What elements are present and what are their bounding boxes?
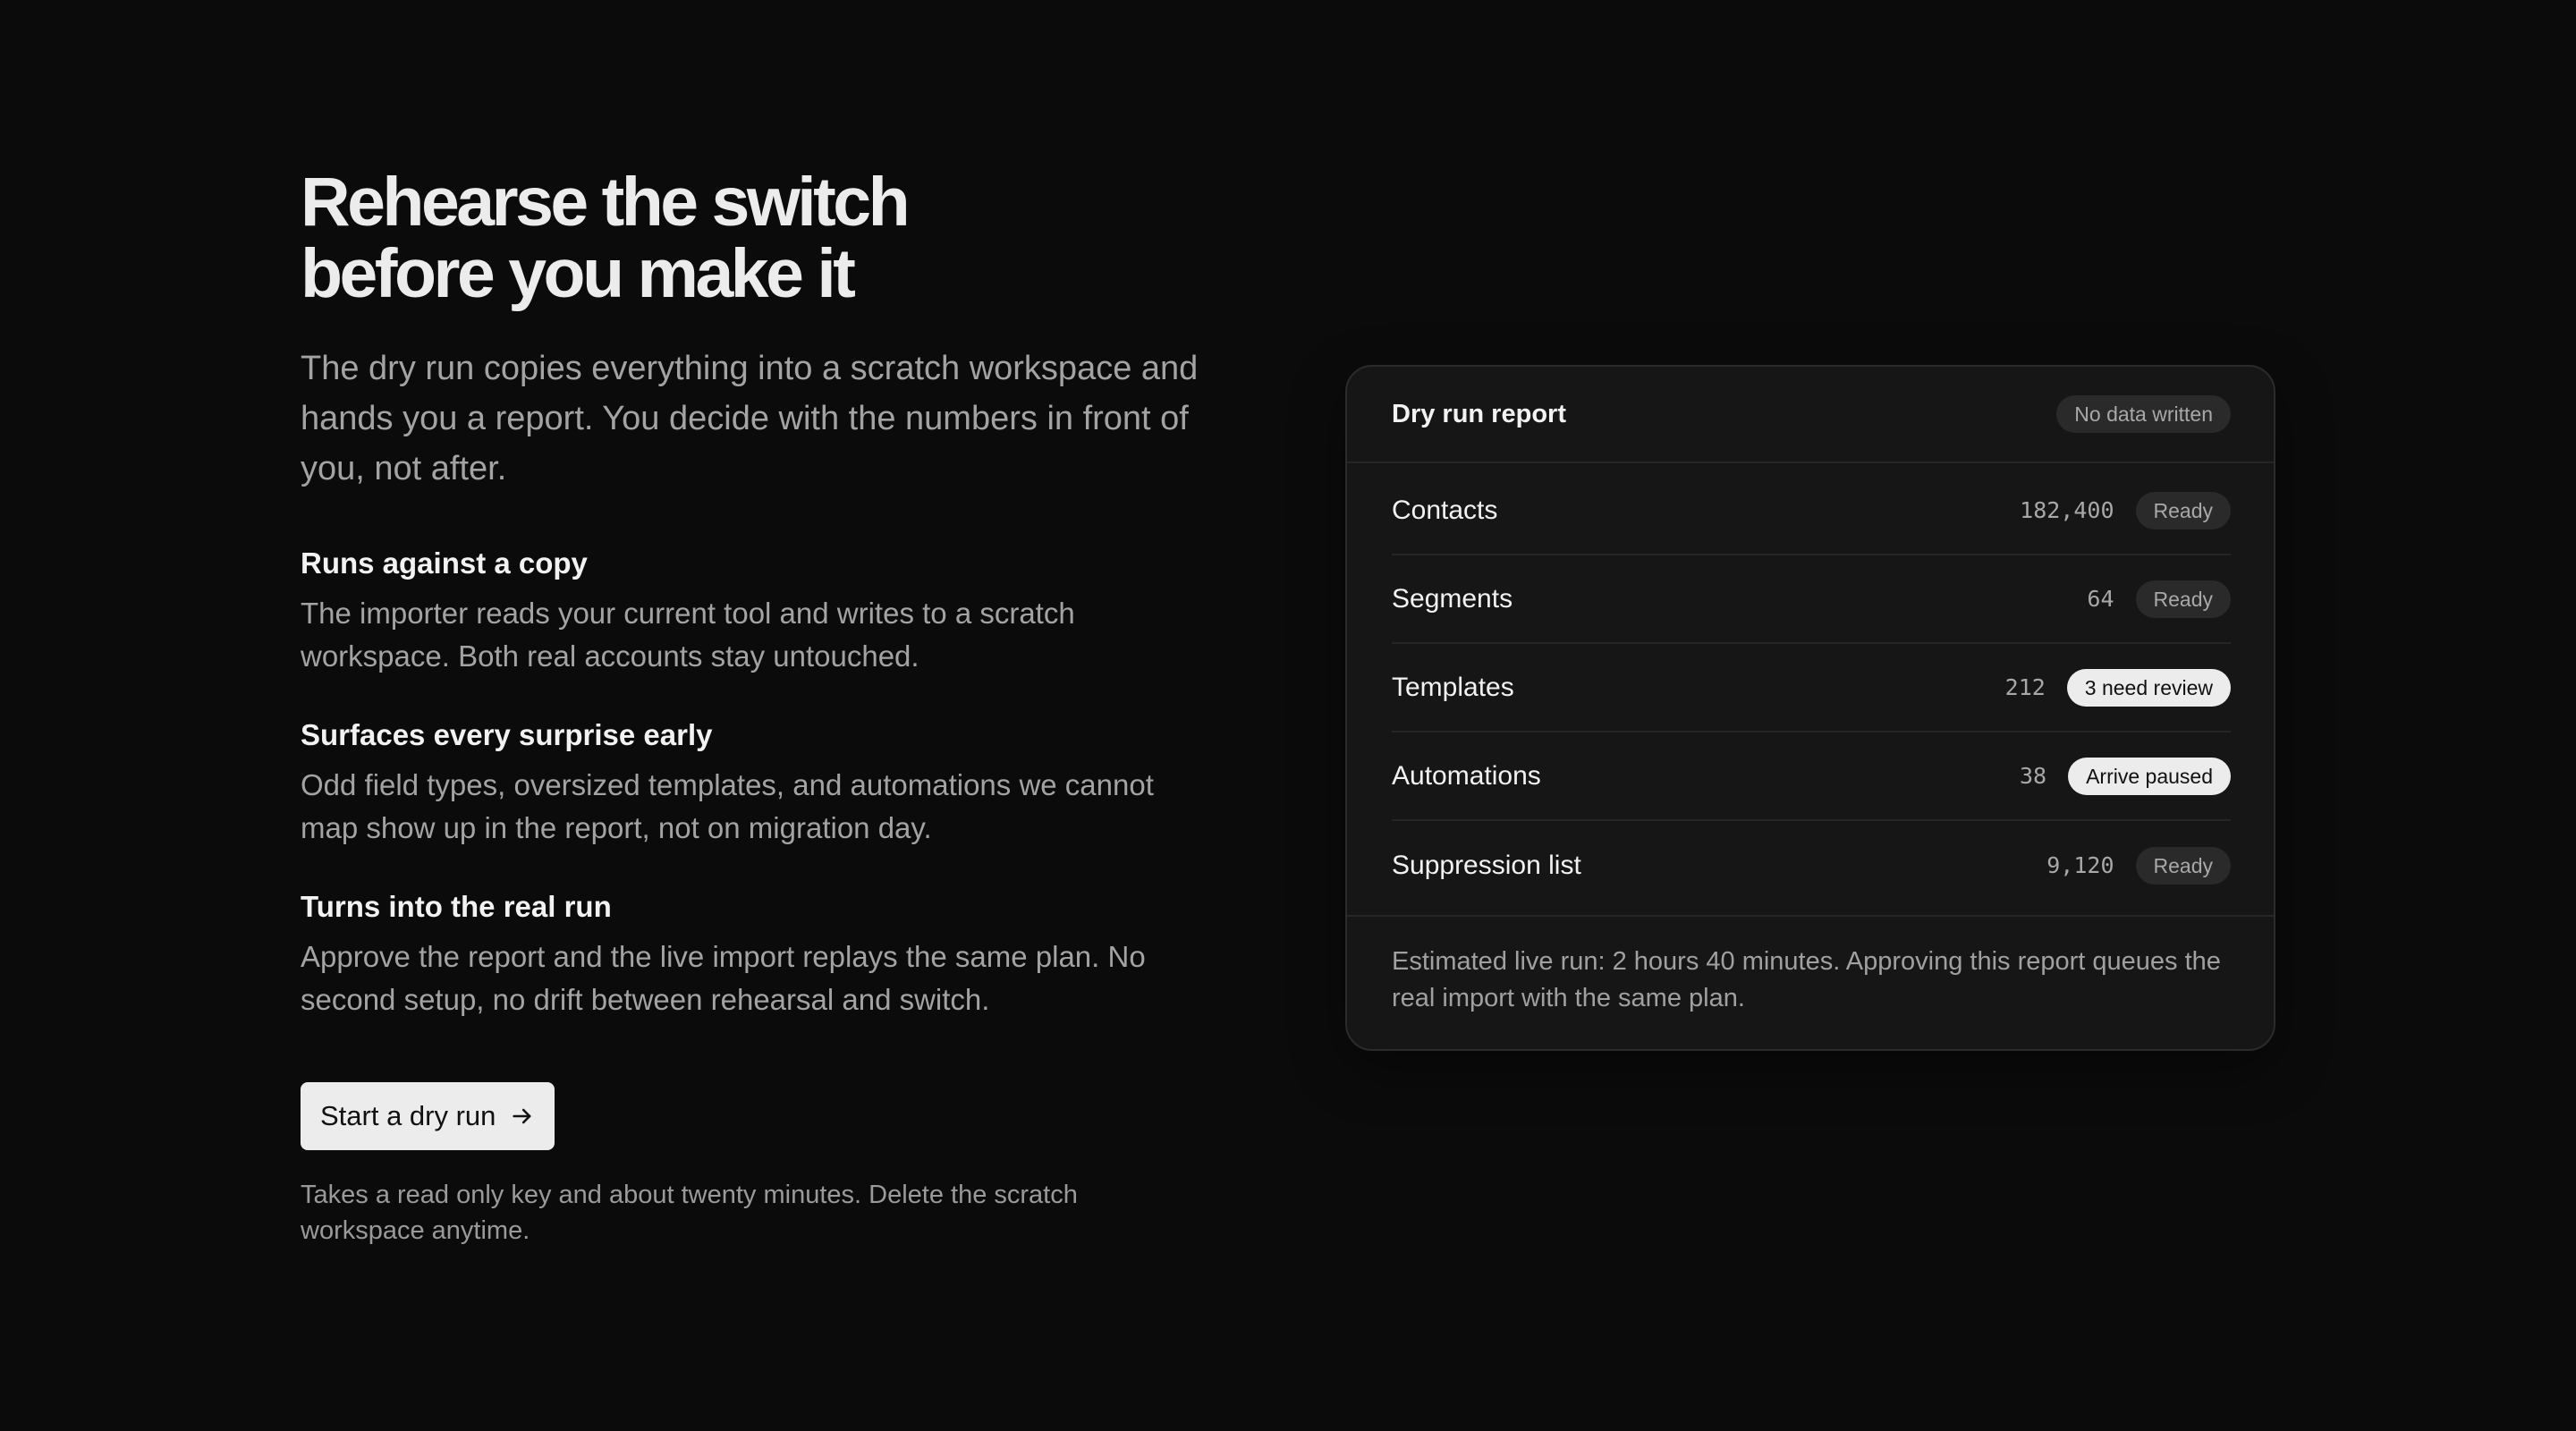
feature-description: The importer reads your current tool and… — [301, 597, 1075, 673]
report-row-segments: Segments 64 Ready — [1392, 555, 2231, 644]
feature-description: Approve the report and the live import r… — [301, 940, 1146, 1016]
row-status-badge: Arrive paused — [2068, 757, 2231, 795]
hero-section: Rehearse the switch before you make it T… — [301, 166, 1249, 1249]
feature-title: Surfaces every surprise early — [301, 718, 713, 751]
report-row-automations: Automations 38 Arrive paused — [1392, 732, 2231, 821]
feature-item: Turns into the real run Approve the repo… — [301, 889, 1249, 1021]
row-label: Templates — [1392, 672, 1514, 702]
status-badge: No data written — [2056, 395, 2231, 433]
report-row-suppression-list: Suppression list 9,120 Ready — [1392, 821, 2231, 910]
row-count: 38 — [2019, 763, 2047, 789]
feature-title: Runs against a copy — [301, 546, 588, 580]
row-label: Automations — [1392, 760, 1541, 791]
row-status-badge: Ready — [2135, 846, 2231, 885]
report-footer: Estimated live run: 2 hours 40 minutes. … — [1347, 915, 2274, 1049]
report-title: Dry run report — [1392, 399, 1566, 428]
row-count: 182,400 — [2020, 497, 2114, 523]
dry-run-report-card: Dry run report No data written Contacts … — [1345, 365, 2275, 1051]
row-count: 212 — [2004, 674, 2046, 700]
row-count: 9,120 — [2046, 852, 2114, 878]
row-label: Segments — [1392, 583, 1513, 614]
report-header: Dry run report No data written — [1347, 367, 2274, 463]
page-title: Rehearse the switch before you make it — [301, 166, 1249, 309]
start-dry-run-button[interactable]: Start a dry run — [301, 1082, 555, 1150]
row-label: Contacts — [1392, 495, 1498, 525]
report-row-contacts: Contacts 182,400 Ready — [1392, 467, 2231, 555]
feature-description: Odd field types, oversized templates, an… — [301, 768, 1154, 844]
start-dry-run-label: Start a dry run — [320, 1100, 496, 1131]
report-rows: Contacts 182,400 Ready Segments 64 Ready… — [1347, 463, 2274, 915]
page-title-line-2: before you make it — [301, 235, 856, 312]
page-title-line-1: Rehearse the switch — [301, 164, 911, 241]
feature-item: Surfaces every surprise early Odd field … — [301, 717, 1249, 850]
feature-item: Runs against a copy The importer reads y… — [301, 546, 1249, 678]
row-status-badge: Ready — [2135, 580, 2231, 618]
feature-title: Turns into the real run — [301, 890, 612, 923]
row-status-badge: 3 need review — [2066, 668, 2231, 707]
cta-note: Takes a read only key and about twenty m… — [301, 1181, 1078, 1245]
report-row-templates: Templates 212 3 need review — [1392, 644, 2231, 732]
arrow-right-icon — [513, 1108, 531, 1124]
row-label: Suppression list — [1392, 850, 1581, 880]
row-status-badge: Ready — [2135, 491, 2231, 529]
lead-paragraph: The dry run copies everything into a scr… — [301, 350, 1199, 487]
row-count: 64 — [2087, 586, 2114, 612]
feature-list: Runs against a copy The importer reads y… — [301, 546, 1249, 1021]
